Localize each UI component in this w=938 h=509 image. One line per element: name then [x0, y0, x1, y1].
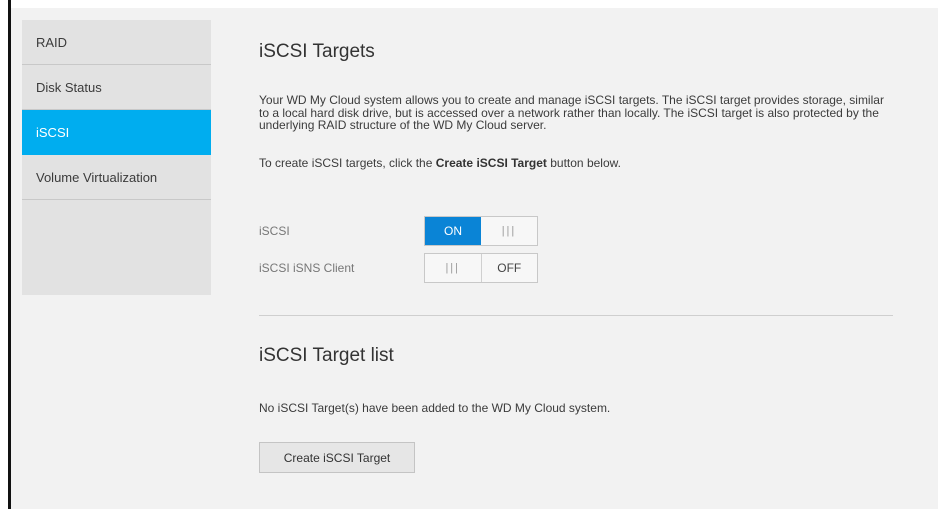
- sidebar-item-iscsi[interactable]: iSCSI: [22, 110, 211, 155]
- hint-prefix: To create iSCSI targets, click the: [259, 156, 436, 170]
- iscsi-toggle-on: ON: [425, 217, 481, 245]
- sidebar-item-disk-status[interactable]: Disk Status: [22, 65, 211, 110]
- isns-client-label: iSCSI iSNS Client: [259, 261, 355, 275]
- grip-icon: |||: [445, 262, 461, 274]
- grip-icon: |||: [501, 225, 517, 237]
- sidebar-item-volume-virtualization[interactable]: Volume Virtualization: [22, 155, 211, 200]
- empty-list-message: No iSCSI Target(s) have been added to th…: [259, 401, 611, 415]
- target-list-title: iSCSI Target list: [259, 345, 394, 366]
- description-text: Your WD My Cloud system allows you to cr…: [259, 93, 884, 132]
- hint-suffix: button below.: [546, 156, 621, 170]
- iscsi-toggle[interactable]: ON |||: [424, 216, 538, 246]
- sidebar: RAID Disk Status iSCSI Volume Virtualiza…: [22, 20, 211, 295]
- iscsi-setting-row: iSCSI ON |||: [259, 216, 659, 246]
- hint-bold: Create iSCSI Target: [435, 156, 547, 170]
- page-title: iSCSI Targets: [259, 41, 375, 62]
- sidebar-item-raid[interactable]: RAID: [22, 20, 211, 65]
- section-divider: [259, 315, 893, 316]
- isns-client-toggle-off: OFF: [480, 254, 538, 282]
- iscsi-label: iSCSI: [259, 224, 290, 238]
- isns-client-toggle[interactable]: ||| OFF: [424, 253, 538, 283]
- isns-client-setting-row: iSCSI iSNS Client ||| OFF: [259, 253, 659, 283]
- create-hint-text: To create iSCSI targets, click the Creat…: [259, 156, 621, 170]
- create-iscsi-target-button[interactable]: Create iSCSI Target: [259, 442, 415, 473]
